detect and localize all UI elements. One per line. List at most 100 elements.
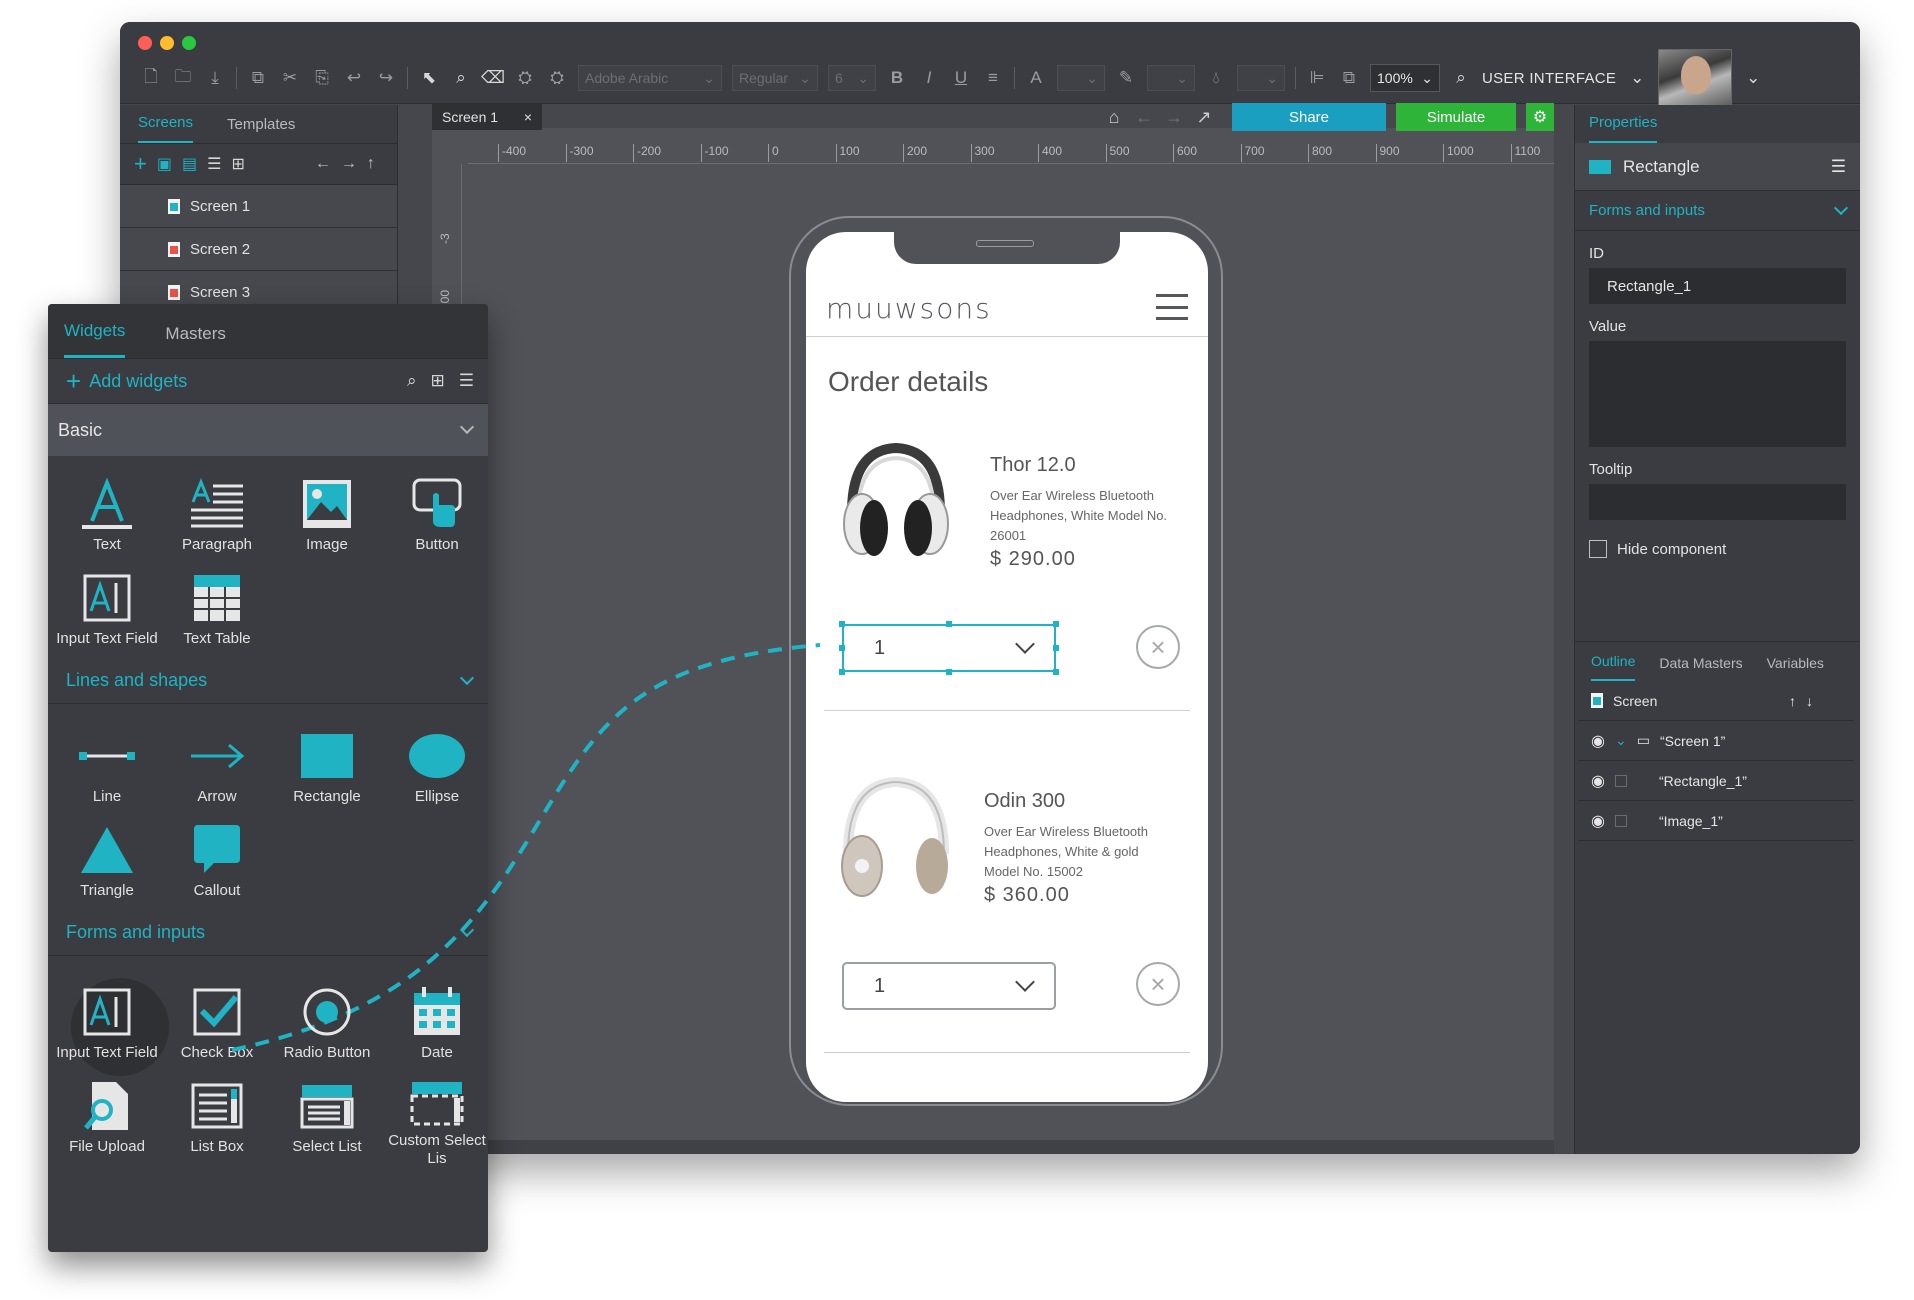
simulate-settings-gear-icon[interactable]: ⚙: [1526, 103, 1554, 131]
open-folder-icon[interactable]: 🗀: [172, 67, 194, 89]
stroke-select[interactable]: ⌄: [1147, 65, 1195, 91]
section-forms-header[interactable]: Forms and inputs: [48, 910, 488, 956]
tab-variables[interactable]: Variables: [1767, 655, 1824, 681]
font-color-icon[interactable]: A: [1025, 67, 1047, 89]
move-up-icon[interactable]: ↑: [1789, 693, 1796, 709]
tab-outline[interactable]: Outline: [1591, 653, 1636, 681]
search-icon[interactable]: ⌕: [1450, 67, 1472, 89]
widget-date[interactable]: Date: [382, 978, 488, 1072]
chevron-down-icon[interactable]: ⌄: [1742, 67, 1764, 89]
tab-data-masters[interactable]: Data Masters: [1659, 655, 1742, 681]
widget-triangle[interactable]: Triangle: [52, 816, 162, 910]
eraser-icon[interactable]: ⌫: [481, 67, 505, 89]
widget-text[interactable]: Text: [52, 470, 162, 564]
eye-icon[interactable]: ◉: [1591, 811, 1605, 831]
list-view-icon[interactable]: ☰: [459, 371, 474, 391]
id-field[interactable]: Rectangle_1: [1589, 268, 1846, 304]
close-window-button[interactable]: [138, 36, 152, 50]
widget-input-text-field[interactable]: Input Text Field: [52, 978, 169, 1076]
widget-line[interactable]: Line: [52, 722, 162, 816]
lock-checkbox[interactable]: [1614, 774, 1627, 787]
add-widgets-button[interactable]: + Add widgets: [66, 368, 187, 394]
tab-widgets[interactable]: Widgets: [64, 321, 126, 358]
add-screen-icon[interactable]: +: [134, 151, 147, 177]
widget-callout[interactable]: Callout: [162, 816, 272, 910]
resize-handle[interactable]: [1053, 669, 1059, 675]
resize-handle[interactable]: [1053, 621, 1059, 627]
widget-select-list[interactable]: Select List: [272, 1072, 382, 1166]
undo-icon[interactable]: ↩: [343, 67, 365, 89]
screen-item[interactable]: Screen 2: [120, 228, 397, 271]
add-screen-image-icon[interactable]: ▣: [157, 154, 172, 174]
align-icon[interactable]: ≡: [982, 67, 1004, 89]
fill-drop-icon[interactable]: 💧︎: [1205, 67, 1227, 89]
zoom-select[interactable]: 100% ⌄: [1370, 64, 1440, 92]
widget-file-upload[interactable]: File Upload: [52, 1072, 162, 1166]
underline-icon[interactable]: U: [950, 67, 972, 89]
fill-select[interactable]: ⌄: [1237, 65, 1285, 91]
section-basic-header[interactable]: Basic: [48, 404, 488, 456]
tooltip-field[interactable]: [1589, 484, 1846, 520]
align-objects-icon[interactable]: ⊫: [1306, 67, 1328, 89]
new-file-icon[interactable]: 🗋: [140, 67, 162, 89]
widget-ellipse[interactable]: Ellipse: [382, 722, 488, 816]
arrow-right-icon[interactable]: →: [341, 155, 357, 173]
widget-image[interactable]: Image: [272, 470, 382, 564]
eye-icon[interactable]: ◉: [1591, 771, 1605, 791]
section-lines-header[interactable]: Lines and shapes: [48, 658, 488, 704]
resize-handle[interactable]: [946, 621, 952, 627]
select-cursor-icon[interactable]: ⬉: [418, 67, 440, 89]
tab-screens[interactable]: Screens: [138, 114, 194, 143]
quantity-select[interactable]: 1: [842, 962, 1056, 1010]
outline-root[interactable]: Screen ↑ ↓: [1579, 681, 1853, 721]
hide-component-checkbox[interactable]: [1589, 540, 1607, 558]
widget-radio-button[interactable]: Radio Button: [272, 978, 382, 1072]
forward-arrow-icon[interactable]: →: [1164, 107, 1184, 128]
move-down-icon[interactable]: ↓: [1806, 693, 1813, 709]
widget-paragraph[interactable]: Paragraph: [162, 470, 272, 564]
screen-item[interactable]: Screen 1: [120, 185, 397, 228]
widget-arrow[interactable]: Arrow: [162, 722, 272, 816]
tab-templates[interactable]: Templates: [227, 116, 295, 143]
font-size-select[interactable]: 6 ⌄: [828, 65, 876, 91]
eye-icon[interactable]: ◉: [1591, 731, 1605, 751]
resize-handle[interactable]: [839, 621, 845, 627]
copy-icon[interactable]: ⧉: [247, 67, 269, 89]
close-tab-icon[interactable]: ×: [524, 109, 532, 125]
italic-icon[interactable]: I: [918, 67, 940, 89]
widget-custom-select-list[interactable]: Custom Select Lis: [382, 1072, 488, 1167]
resize-handle[interactable]: [839, 669, 845, 675]
menu-icon[interactable]: ☰: [1831, 157, 1846, 177]
cut-icon[interactable]: ✂: [279, 67, 301, 89]
resize-handle[interactable]: [1053, 645, 1059, 651]
font-color-select[interactable]: ⌄: [1057, 65, 1105, 91]
search-icon[interactable]: ⌕: [407, 371, 417, 391]
avatar[interactable]: [1658, 49, 1733, 107]
arrow-left-icon[interactable]: ←: [315, 155, 331, 173]
save-icon[interactable]: ⤓: [204, 67, 226, 89]
style-paint-icon[interactable]: ⛭: [546, 67, 568, 89]
grid-view-icon[interactable]: ⊞: [431, 371, 445, 391]
lock-checkbox[interactable]: [1614, 814, 1627, 827]
add-folder-icon[interactable]: ▤: [182, 154, 197, 174]
canvas-horizontal-scrollbar[interactable]: [468, 1140, 1554, 1154]
resize-handle[interactable]: [839, 645, 845, 651]
pencil-icon[interactable]: ✎: [1115, 67, 1137, 89]
canvas-tab[interactable]: Screen 1 ×: [432, 104, 542, 130]
minimize-window-button[interactable]: [160, 36, 174, 50]
remove-item-button[interactable]: ×: [1136, 625, 1180, 669]
outline-item[interactable]: ◉ ⌄ ▭ “Screen 1”: [1579, 721, 1853, 761]
redo-icon[interactable]: ↪: [375, 67, 397, 89]
hide-component-option[interactable]: Hide component: [1575, 520, 1860, 578]
tab-masters[interactable]: Masters: [165, 324, 225, 358]
bold-icon[interactable]: B: [886, 67, 908, 89]
tab-properties[interactable]: Properties: [1575, 105, 1860, 143]
arrange-icon[interactable]: ⧉: [1338, 67, 1360, 89]
maximize-window-button[interactable]: [182, 36, 196, 50]
font-family-select[interactable]: Adobe Arabic ⌄: [578, 65, 722, 91]
widget-rectangle[interactable]: Rectangle: [272, 722, 382, 816]
remove-item-button[interactable]: ×: [1136, 962, 1180, 1006]
widget-text-table[interactable]: Text Table: [162, 564, 272, 658]
share-button[interactable]: Share: [1232, 103, 1386, 131]
value-field[interactable]: [1589, 341, 1846, 447]
